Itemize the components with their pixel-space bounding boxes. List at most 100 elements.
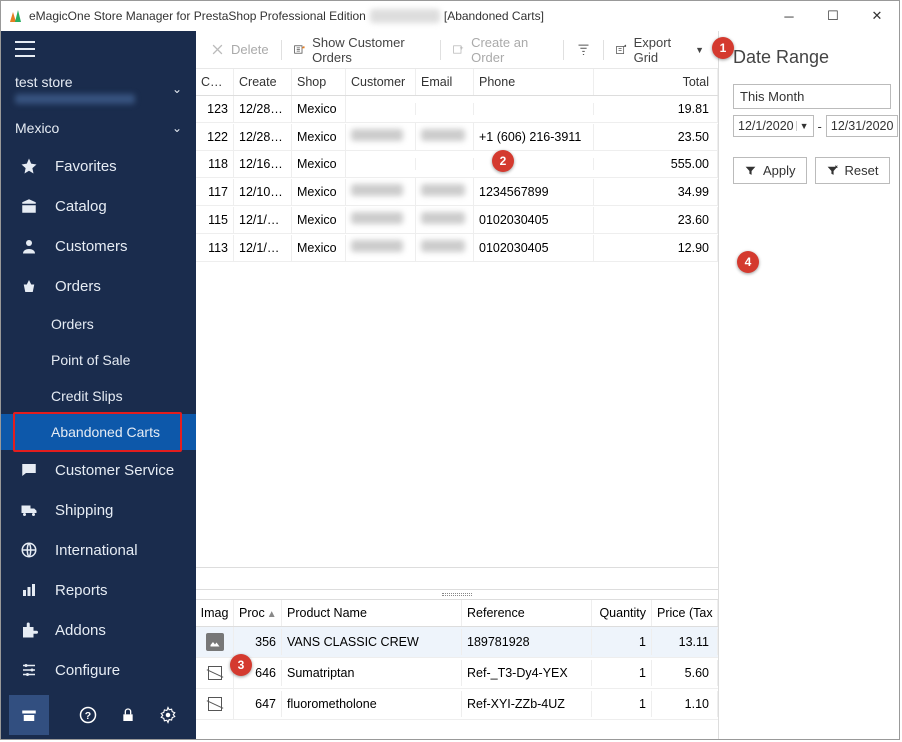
col-product-name[interactable]: Product Name [282,600,462,626]
table-row[interactable]: 12212/28/20Mexico+1 (606) 216-391123.50 [196,123,718,151]
cell-product-id: 356 [234,629,282,655]
sidebar: test store ⌄ Mexico ⌄ Favorites Catalog … [1,31,196,739]
grid-toolbar: Delete Show Customer Orders Create an Or… [196,31,718,69]
cell-image [196,689,234,719]
col-total[interactable]: Total [658,69,718,95]
col-email[interactable]: Email [416,69,474,95]
nav-configure[interactable]: Configure [1,650,196,690]
no-image-icon [206,695,224,713]
nav-label: Orders [55,278,101,295]
nav-catalog[interactable]: Catalog [1,186,196,226]
cell-date: 12/28/20 [234,124,292,150]
nav-customer-service[interactable]: Customer Service [1,450,196,490]
cell-email [416,103,474,115]
nav-favorites[interactable]: Favorites [1,146,196,186]
apply-button[interactable]: Apply [733,157,807,184]
help-button[interactable]: ? [68,695,108,735]
puzzle-icon [19,621,39,639]
col-cart-id[interactable]: Cart I [196,69,234,95]
nav-label: Customers [55,238,128,255]
export-grid-button[interactable]: Export Grid▼ [607,31,712,69]
date-from-input[interactable]: 12/1/2020▼ [733,115,814,137]
hamburger-button[interactable] [1,31,196,68]
horizontal-splitter[interactable] [196,589,718,599]
table-row[interactable]: 11512/1/202Mexico010203040523.60 [196,206,718,234]
sub-label: Point of Sale [51,352,130,368]
nav-label: Customer Service [55,462,174,479]
callout-4: 4 [737,251,759,273]
minimize-button[interactable]: ─ [767,1,811,31]
cell-product-name: fluorometholone [282,691,462,717]
btn-label: Delete [231,42,269,57]
date-from-value: 12/1/2020 [738,119,794,133]
nav-addons[interactable]: Addons [1,610,196,650]
archive-button[interactable] [9,695,49,735]
nav-shipping[interactable]: Shipping [1,490,196,530]
col-price[interactable]: Price (Tax I [652,600,718,626]
svg-text:?: ? [85,710,91,722]
col-customer[interactable]: Customer [346,69,416,95]
col-phone[interactable]: Phone [474,69,594,95]
store-selector[interactable]: test store ⌄ [1,68,196,114]
filter-button[interactable] [568,38,599,61]
table-row[interactable]: 12312/28/20Mexico19.81 [196,96,718,123]
sub-credit-slips[interactable]: Credit Slips [1,378,196,414]
nav-customers[interactable]: Customers [1,226,196,266]
nav-reports[interactable]: Reports [1,570,196,610]
cell-total: 23.60 [658,207,718,233]
cell-id: 122 [196,124,234,150]
cell-quantity: 1 [592,691,652,717]
detail-row[interactable]: 356VANS CLASSIC CREW189781928113.11 [196,627,718,658]
title-bar: eMagicOne Store Manager for PrestaShop P… [1,1,899,31]
table-row[interactable]: 11812/16/20Mexico555.00 [196,151,718,178]
show-customer-orders-button[interactable]: Show Customer Orders [285,31,435,69]
create-order-button[interactable]: Create an Order [444,31,558,69]
table-row[interactable]: 11312/1/202Mexico010203040512.90 [196,234,718,262]
col-reference[interactable]: Reference [462,600,592,626]
range-type-selector[interactable]: This Month [733,84,891,109]
detail-row[interactable]: 646SumatriptanRef-_T3-Dy4-YEX15.60 [196,658,718,689]
col-quantity[interactable]: Quantity [592,600,652,626]
date-to-value: 12/31/2020 [831,119,894,133]
lock-button[interactable] [108,695,148,735]
nav-orders[interactable]: Orders [1,266,196,306]
nav-label: Favorites [55,158,117,175]
col-shop[interactable]: Shop [292,69,346,95]
cell-date: 12/1/202 [234,207,292,233]
col-product-id[interactable]: Proc▲ [234,600,282,626]
delete-button[interactable]: Delete [202,38,277,61]
store-subtext-blur [15,94,135,104]
btn-label: Create an Order [471,35,551,65]
thumbnail-icon [206,633,224,651]
detail-row[interactable]: 647fluorometholoneRef-XYI-ZZb-4UZ11.10 [196,689,718,720]
cell-reference: Ref-_T3-Dy4-YEX [462,660,592,686]
chat-icon [19,461,39,479]
range-type-label: This Month [740,89,804,104]
date-to-input[interactable]: 12/31/2020 [826,115,899,137]
main-area: Delete Show Customer Orders Create an Or… [196,31,899,739]
nav-label: Catalog [55,198,107,215]
detail-header[interactable]: Imag Proc▲ Product Name Reference Quanti… [196,600,718,627]
date-range-panel: Date Range This Month 12/1/2020▼ - 12/31… [719,31,899,739]
reset-button[interactable]: Reset [815,157,890,184]
col-image[interactable]: Imag [196,600,234,626]
table-row[interactable]: 11712/10/20Mexico123456789934.99 [196,178,718,206]
grid-footer [196,567,718,589]
grid-header[interactable]: Cart I Create Shop Customer Email Phone … [196,69,718,96]
cell-phone: 0102030405 [474,207,594,233]
settings-button[interactable] [148,695,188,735]
cell-id: 113 [196,235,234,261]
country-selector[interactable]: Mexico ⌄ [1,114,196,146]
date-separator: - [818,119,822,134]
close-button[interactable]: ✕ [855,1,899,31]
col-create[interactable]: Create [234,69,292,95]
nav-international[interactable]: International [1,530,196,570]
cell-total: 19.81 [658,96,718,122]
maximize-button[interactable]: ☐ [811,1,855,31]
sub-abandoned-carts[interactable]: Abandoned Carts [1,414,196,450]
sub-orders[interactable]: Orders [1,306,196,342]
cell-shop: Mexico [292,179,346,205]
sub-pos[interactable]: Point of Sale [1,342,196,378]
cell-customer [346,103,416,115]
store-name: test store [15,74,135,90]
